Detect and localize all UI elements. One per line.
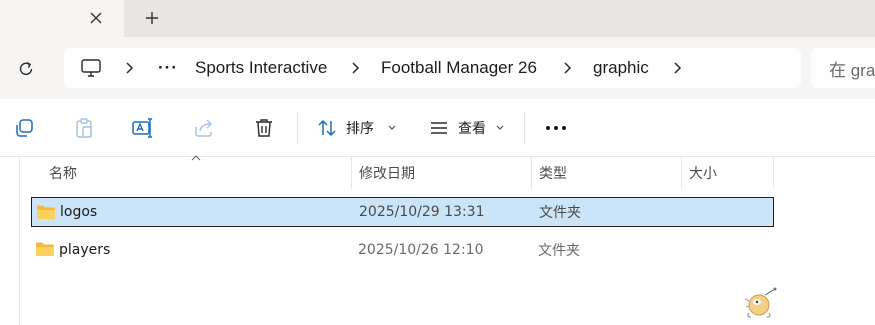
address-bar[interactable]: ··· Sports Interactive Football Manager …: [64, 48, 801, 88]
more-options-button[interactable]: [542, 114, 570, 142]
column-divider[interactable]: [351, 157, 352, 189]
chevron-right-icon: [352, 62, 360, 74]
sort-icon-button[interactable]: [313, 114, 341, 142]
file-list: 名称 修改日期 类型 大小 logos 2025/10/29 13:31 文件夹…: [0, 155, 875, 325]
refresh-icon: [19, 61, 33, 75]
copy-icon: [16, 119, 33, 137]
delete-button[interactable]: [250, 114, 278, 142]
tab-close-button[interactable]: [84, 6, 108, 30]
table-row[interactable]: logos 2025/10/29 13:31 文件夹: [31, 197, 774, 227]
chevron-right-icon: [564, 62, 572, 74]
breadcrumb-sports-interactive[interactable]: Sports Interactive: [195, 48, 327, 88]
new-tab-button[interactable]: [140, 6, 164, 30]
chevron-right-icon: [674, 62, 682, 74]
breadcrumb-graphic[interactable]: graphic: [593, 48, 649, 88]
folder-icon: [37, 205, 55, 219]
tab-current[interactable]: [0, 0, 124, 37]
file-type: 文件夹: [539, 205, 581, 221]
file-name[interactable]: logos: [60, 198, 97, 226]
navigation-pane-edge: [19, 157, 20, 325]
column-divider[interactable]: [773, 157, 774, 189]
breadcrumb-separator[interactable]: [350, 48, 360, 88]
file-type: 文件夹: [538, 243, 580, 259]
tab-strip: [0, 0, 875, 37]
view-icon-button[interactable]: [425, 114, 453, 142]
folder-icon: [36, 242, 54, 256]
search-placeholder: 在 gra: [829, 60, 875, 80]
chevron-down-icon: [496, 125, 504, 130]
file-name[interactable]: players: [59, 235, 110, 265]
computer-icon-button[interactable]: [80, 48, 102, 88]
refresh-button[interactable]: [12, 55, 40, 83]
paste-icon: [76, 118, 92, 138]
navigation-bar: ··· Sports Interactive Football Manager …: [0, 37, 875, 99]
more-icon: [546, 126, 566, 130]
table-row[interactable]: players 2025/10/26 12:10 文件夹: [31, 235, 774, 265]
column-header-modified[interactable]: 修改日期: [359, 157, 415, 189]
view-list-icon: [431, 122, 447, 134]
toolbar-separator: [297, 112, 298, 144]
share-icon: [195, 119, 213, 137]
breadcrumb-overflow[interactable]: ···: [158, 48, 178, 88]
breadcrumb-football-manager[interactable]: Football Manager 26: [381, 48, 537, 88]
breadcrumb-separator[interactable]: [672, 48, 682, 88]
sort-label[interactable]: 排序: [346, 114, 374, 142]
share-button[interactable]: [190, 114, 218, 142]
search-input[interactable]: 在 gra: [811, 48, 875, 88]
sort-icon: [318, 119, 336, 137]
file-modified: 2025/10/26 12:10: [358, 242, 484, 258]
copy-button[interactable]: [10, 114, 38, 142]
file-modified: 2025/10/29 13:31: [359, 204, 485, 220]
view-dropdown[interactable]: [486, 114, 514, 142]
sort-ascending-indicator: [191, 155, 201, 161]
paste-button[interactable]: [70, 114, 98, 142]
rename-button[interactable]: [129, 114, 157, 142]
chevron-right-icon: [126, 62, 134, 74]
column-divider[interactable]: [531, 157, 532, 189]
view-label[interactable]: 查看: [458, 114, 486, 142]
sort-dropdown[interactable]: [378, 114, 406, 142]
toolbar-separator: [524, 112, 525, 144]
floating-mascot-icon[interactable]: [743, 287, 779, 319]
plus-icon: [146, 12, 158, 24]
column-header-type[interactable]: 类型: [539, 157, 567, 189]
breadcrumb-separator[interactable]: [124, 48, 134, 88]
trash-icon: [256, 119, 272, 137]
rename-icon: [132, 118, 152, 138]
breadcrumb-separator[interactable]: [562, 48, 572, 88]
computer-icon: [81, 59, 101, 77]
command-bar: 排序 查看: [0, 99, 875, 157]
close-icon: [90, 12, 102, 24]
chevron-down-icon: [388, 125, 396, 130]
column-header-size[interactable]: 大小: [689, 157, 717, 189]
column-header-name[interactable]: 名称: [49, 157, 77, 189]
column-divider[interactable]: [681, 157, 682, 189]
